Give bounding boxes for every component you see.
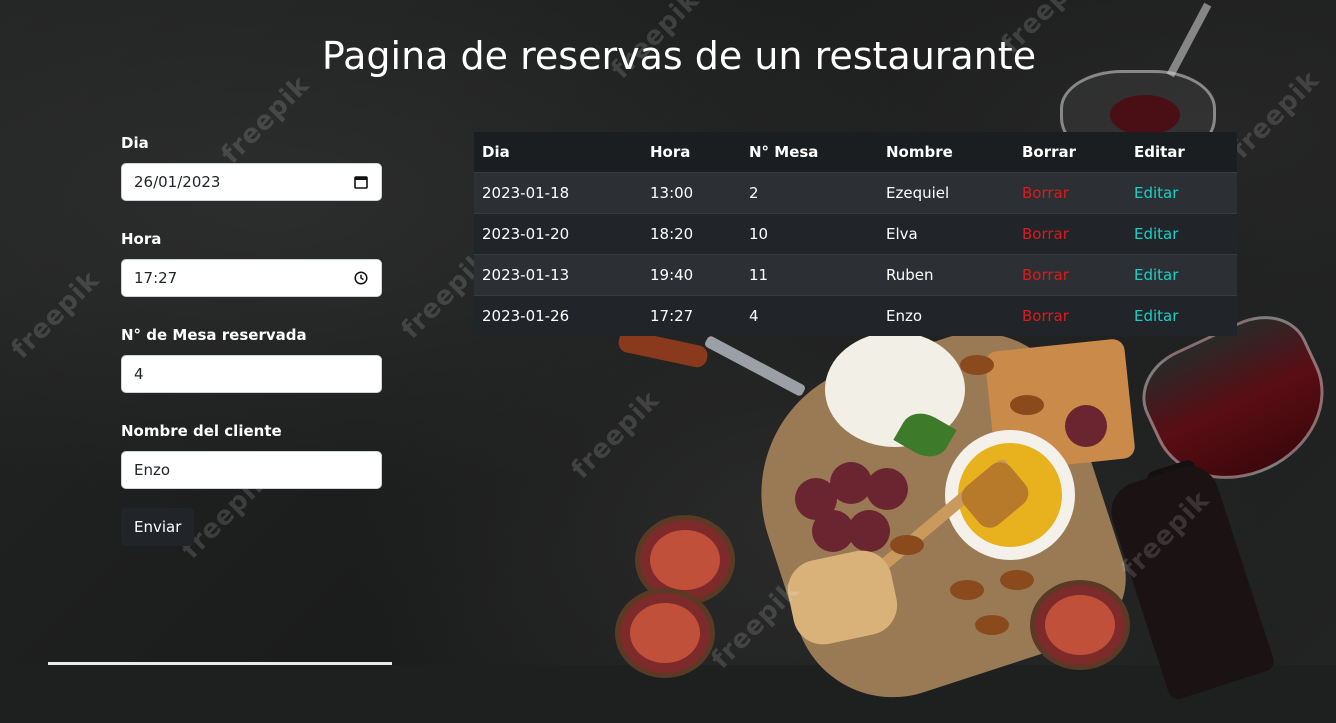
cell-mesa: 10: [741, 213, 878, 255]
borrar-link[interactable]: Borrar: [1022, 266, 1069, 284]
pecan: [890, 535, 924, 555]
cell-mesa: 2: [741, 172, 878, 214]
cell-borrar: Borrar: [1014, 254, 1126, 296]
cell-dia: 2023-01-13: [474, 254, 642, 296]
nombre-label: Nombre del cliente: [121, 422, 282, 440]
mesa-input[interactable]: 4: [121, 355, 382, 393]
editar-link[interactable]: Editar: [1134, 307, 1178, 325]
header-editar: Editar: [1126, 132, 1237, 173]
hora-value: 17:27: [134, 269, 178, 287]
table-header-row: Dia Hora N° Mesa Nombre Borrar Editar: [474, 132, 1237, 173]
mesa-label: N° de Mesa reservada: [121, 326, 307, 344]
cell-nombre: Elva: [878, 213, 1014, 255]
cell-hora: 17:27: [642, 295, 741, 336]
header-mesa: N° Mesa: [741, 132, 878, 173]
enviar-button[interactable]: Enviar: [121, 508, 195, 546]
table-row: 2023-01-18 13:00 2 Ezequiel Borrar Edita…: [474, 172, 1237, 214]
header-hora: Hora: [642, 132, 741, 173]
cell-dia: 2023-01-26: [474, 295, 642, 336]
editar-link[interactable]: Editar: [1134, 184, 1178, 202]
borrar-link[interactable]: Borrar: [1022, 225, 1069, 243]
nombre-value: Enzo: [134, 461, 171, 479]
pecan: [950, 580, 984, 600]
editar-link[interactable]: Editar: [1134, 225, 1178, 243]
pecan: [1000, 570, 1034, 590]
reservations-table: Dia Hora N° Mesa Nombre Borrar Editar 20…: [474, 132, 1237, 336]
dia-value: 26/01/2023: [134, 173, 221, 191]
cell-dia: 2023-01-18: [474, 172, 642, 214]
reservation-form: Dia 26/01/2023 Hora 17:27 N° de Mesa res…: [121, 133, 383, 546]
grape: [866, 468, 908, 510]
fig: [1030, 580, 1130, 670]
cell-borrar: Borrar: [1014, 172, 1126, 214]
grape: [848, 510, 890, 552]
table-row: 2023-01-13 19:40 11 Ruben Borrar Editar: [474, 254, 1237, 296]
header-borrar: Borrar: [1014, 132, 1126, 173]
pecan: [975, 615, 1009, 635]
cell-editar: Editar: [1126, 172, 1237, 214]
hora-label: Hora: [121, 230, 162, 248]
dia-label: Dia: [121, 134, 149, 152]
cell-borrar: Borrar: [1014, 295, 1126, 336]
editar-link[interactable]: Editar: [1134, 266, 1178, 284]
pecan: [960, 355, 994, 375]
cell-hora: 19:40: [642, 254, 741, 296]
cell-hora: 18:20: [642, 213, 741, 255]
pecan: [1010, 395, 1044, 415]
calendar-icon[interactable]: [353, 174, 369, 190]
dia-input[interactable]: 26/01/2023: [121, 163, 382, 201]
hora-input[interactable]: 17:27: [121, 259, 382, 297]
mesa-value: 4: [134, 365, 144, 383]
borrar-link[interactable]: Borrar: [1022, 307, 1069, 325]
cell-mesa: 4: [741, 295, 878, 336]
cell-nombre: Enzo: [878, 295, 1014, 336]
header-dia: Dia: [474, 132, 642, 173]
cell-borrar: Borrar: [1014, 213, 1126, 255]
clock-icon[interactable]: [353, 270, 369, 286]
cell-editar: Editar: [1126, 295, 1237, 336]
cell-nombre: Ezequiel: [878, 172, 1014, 214]
wine: [1110, 95, 1180, 135]
table-row: 2023-01-20 18:20 10 Elva Borrar Editar: [474, 213, 1237, 255]
cell-hora: 13:00: [642, 172, 741, 214]
cell-mesa: 11: [741, 254, 878, 296]
grape: [1065, 405, 1107, 447]
cell-editar: Editar: [1126, 213, 1237, 255]
cell-editar: Editar: [1126, 254, 1237, 296]
page-title: Pagina de reservas de un restaurante: [321, 34, 1037, 78]
borrar-link[interactable]: Borrar: [1022, 184, 1069, 202]
header-nombre: Nombre: [878, 132, 1014, 173]
cell-nombre: Ruben: [878, 254, 1014, 296]
table-row: 2023-01-26 17:27 4 Enzo Borrar Editar: [474, 295, 1237, 336]
cell-dia: 2023-01-20: [474, 213, 642, 255]
nombre-input[interactable]: Enzo: [121, 451, 382, 489]
